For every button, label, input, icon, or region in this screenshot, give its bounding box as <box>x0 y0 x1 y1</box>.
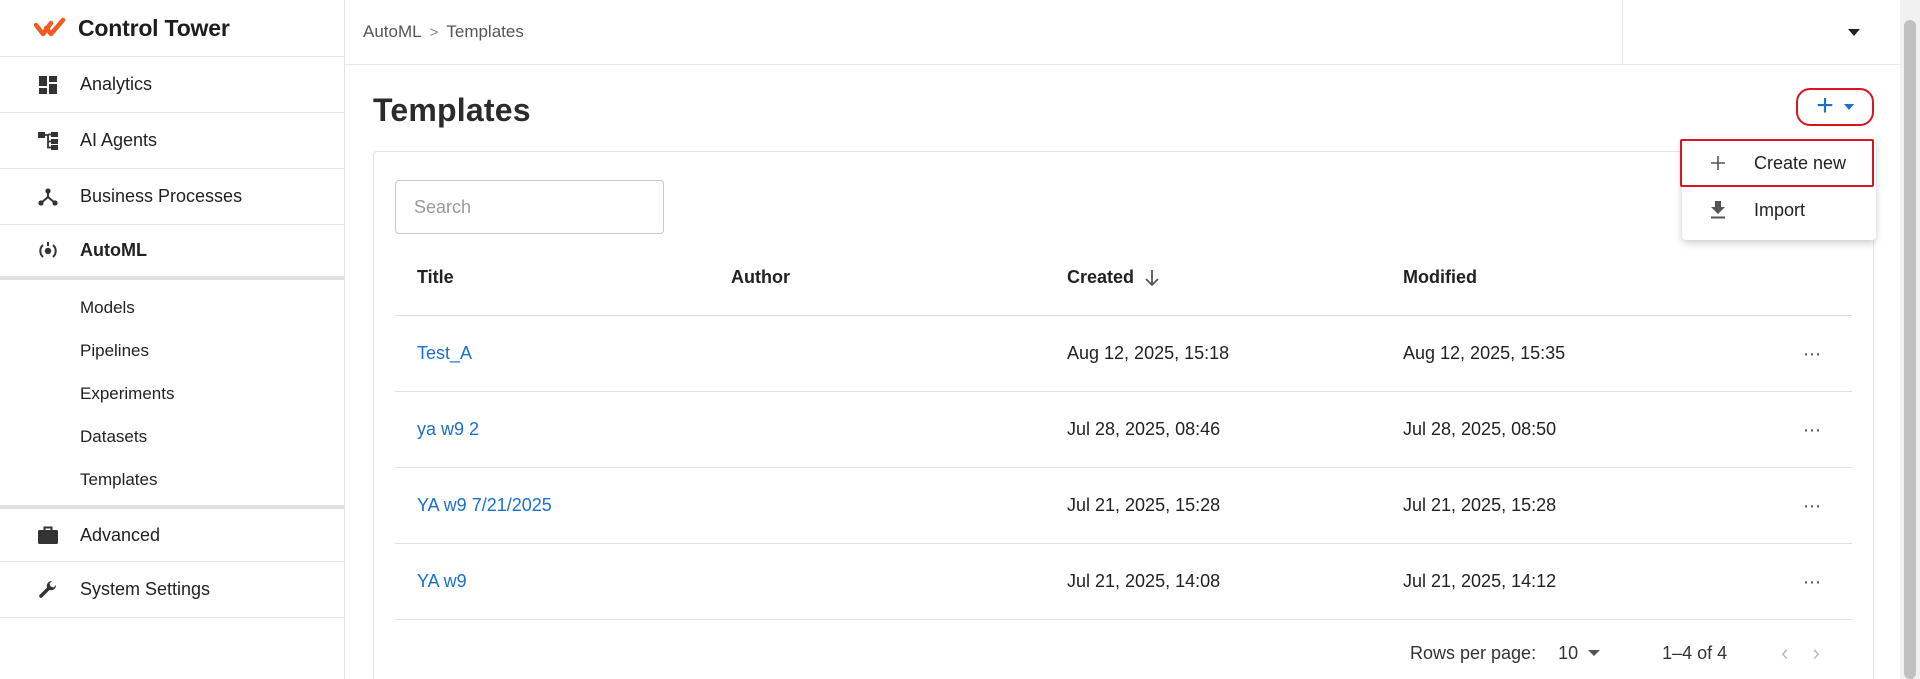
arrow-down-icon <box>1145 269 1159 286</box>
subnav-item-experiments[interactable]: Experiments <box>0 372 344 415</box>
table-row: Test_A Aug 12, 2025, 15:18 Aug 12, 2025,… <box>395 316 1852 392</box>
sidebar-item-label: System Settings <box>80 579 211 599</box>
breadcrumb-parent[interactable]: AutoML <box>363 22 422 42</box>
chevron-down-icon <box>1848 28 1860 36</box>
sidebar-item-analytics[interactable]: Analytics <box>0 56 344 112</box>
sidebar-item-advanced[interactable]: Advanced <box>0 505 344 561</box>
top-bar: AutoML > Templates <box>345 0 1920 65</box>
template-title-link[interactable]: Test_A <box>417 343 472 363</box>
column-header-title[interactable]: Title <box>395 267 731 288</box>
sidebar-item-system-settings[interactable]: System Settings <box>0 561 344 617</box>
column-header-modified[interactable]: Modified <box>1403 267 1773 288</box>
created-cell: Jul 28, 2025, 08:46 <box>1067 419 1221 439</box>
column-header-author[interactable]: Author <box>731 267 1067 288</box>
table-header: Title Author Created Modified <box>395 240 1852 316</box>
sidebar-item-label: Analytics <box>80 74 153 94</box>
sidebar-divider <box>0 617 344 618</box>
menu-item-import[interactable]: Import <box>1682 186 1876 234</box>
search-input[interactable] <box>395 180 664 234</box>
chevron-down-icon <box>1843 104 1854 110</box>
sidebar-item-ai-agents[interactable]: AI Agents <box>0 112 344 168</box>
automl-subnav: Models Pipelines Experiments Datasets Te… <box>0 280 344 505</box>
process-icon <box>38 187 58 207</box>
table-row: ya w9 2 Jul 28, 2025, 08:46 Jul 28, 2025… <box>395 392 1852 468</box>
subnav-item-templates[interactable]: Templates <box>0 458 344 501</box>
hierarchy-icon <box>38 131 58 151</box>
modified-cell: Aug 12, 2025, 15:35 <box>1403 343 1566 363</box>
subnav-item-pipelines[interactable]: Pipelines <box>0 329 344 372</box>
created-cell: Aug 12, 2025, 15:18 <box>1067 343 1230 363</box>
more-icon[interactable]: ⋯ <box>1803 345 1822 363</box>
more-icon[interactable]: ⋯ <box>1803 421 1822 439</box>
sidebar-item-label: AutoML <box>80 240 147 260</box>
pagination-range: 1–4 of 4 <box>1662 642 1728 663</box>
chevron-left-icon[interactable]: ‹ <box>1781 640 1788 666</box>
page-scrollbar[interactable] <box>1900 0 1920 679</box>
rows-per-page-value: 10 <box>1558 642 1579 663</box>
add-button[interactable]: + <box>1796 88 1874 126</box>
table-row: YA w9 Jul 21, 2025, 14:08 Jul 21, 2025, … <box>395 544 1852 620</box>
menu-item-label: Create new <box>1754 152 1847 173</box>
sidebar-item-automl[interactable]: AutoML <box>0 224 344 280</box>
template-title-link[interactable]: YA w9 7/21/2025 <box>417 495 552 515</box>
templates-table: Title Author Created Modified Test_A Aug… <box>395 240 1852 620</box>
chevron-down-icon <box>1588 650 1601 656</box>
modified-cell: Jul 21, 2025, 15:28 <box>1403 495 1557 515</box>
brand[interactable]: Control Tower <box>0 0 344 56</box>
menu-item-create-new[interactable]: Create new <box>1680 139 1874 187</box>
sidebar-item-label: AI Agents <box>80 130 158 150</box>
download-icon <box>1708 201 1728 219</box>
page-title: Templates <box>373 92 531 128</box>
created-cell: Jul 21, 2025, 15:28 <box>1067 495 1221 515</box>
subnav-item-models[interactable]: Models <box>0 286 344 329</box>
created-cell: Jul 21, 2025, 14:08 <box>1067 571 1221 591</box>
column-header-created[interactable]: Created <box>1067 267 1403 288</box>
automl-icon <box>38 241 58 261</box>
sidebar-item-label: Business Processes <box>80 186 243 206</box>
sidebar: Control Tower Analytics AI Agents Busine… <box>0 0 345 679</box>
rows-per-page-select[interactable]: 10 <box>1558 642 1601 664</box>
add-dropdown-menu: Create new Import <box>1680 138 1876 240</box>
plus-icon <box>1708 155 1728 171</box>
more-icon[interactable]: ⋯ <box>1803 573 1822 591</box>
app-name: Control Tower <box>78 14 230 41</box>
template-title-link[interactable]: ya w9 2 <box>417 419 479 439</box>
rows-per-page-label: Rows per page: <box>1410 642 1537 663</box>
wrench-icon <box>38 580 58 600</box>
subnav-item-datasets[interactable]: Datasets <box>0 415 344 458</box>
chevron-right-icon: > <box>429 23 439 41</box>
account-menu[interactable] <box>1622 0 1884 64</box>
breadcrumb-current: Templates <box>446 22 524 41</box>
scrollbar-thumb[interactable] <box>1904 20 1916 679</box>
template-title-link[interactable]: YA w9 <box>417 571 467 591</box>
modified-cell: Jul 21, 2025, 14:12 <box>1403 571 1557 591</box>
sidebar-item-business-processes[interactable]: Business Processes <box>0 168 344 224</box>
plus-icon: + <box>1816 88 1834 122</box>
briefcase-icon <box>38 525 58 545</box>
breadcrumb: AutoML > Templates <box>345 22 524 42</box>
table-row: YA w9 7/21/2025 Jul 21, 2025, 15:28 Jul … <box>395 468 1852 544</box>
dashboard-icon <box>38 75 58 95</box>
chevron-right-icon[interactable]: › <box>1813 640 1820 666</box>
more-icon[interactable]: ⋯ <box>1803 497 1822 515</box>
menu-item-label: Import <box>1754 199 1806 220</box>
sidebar-item-label: Advanced <box>80 524 161 545</box>
brand-logo-icon <box>34 17 66 37</box>
modified-cell: Jul 28, 2025, 08:50 <box>1403 419 1557 439</box>
pagination: Rows per page: 10 1–4 of 4 ‹ › <box>1410 640 1832 666</box>
